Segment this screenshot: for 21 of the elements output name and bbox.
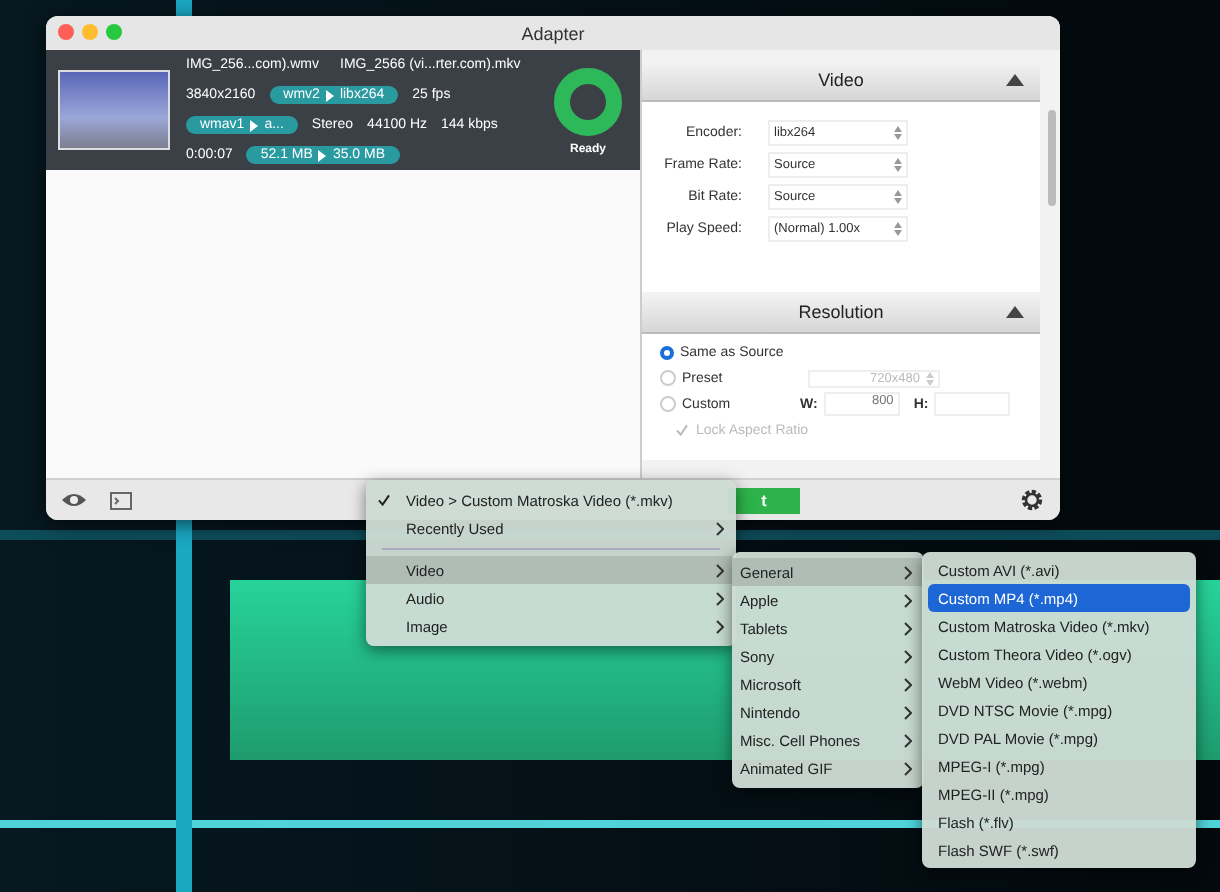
section-title: Video (818, 70, 864, 90)
progress-ring (552, 65, 624, 137)
terminal-icon (110, 491, 132, 509)
arrow-icon (250, 119, 259, 131)
stepper-icon (926, 371, 934, 385)
radio-button[interactable] (660, 345, 674, 359)
scrollbar-thumb[interactable] (1048, 110, 1056, 206)
window-title: Adapter (521, 23, 585, 43)
photo-placeholder (58, 70, 170, 150)
arrow-icon (318, 149, 327, 161)
arrow-icon (325, 89, 334, 101)
checkmark-icon (676, 424, 688, 436)
stepper-icon (894, 158, 902, 172)
chevron-icon (716, 521, 724, 535)
checkmark-icon (378, 494, 390, 506)
stepper-icon (894, 222, 902, 236)
stepper-icon (894, 126, 902, 140)
section-title: Resolution (798, 302, 884, 322)
stepper-icon (894, 190, 902, 204)
settings-icon (1020, 488, 1044, 512)
eye-icon (62, 492, 86, 508)
